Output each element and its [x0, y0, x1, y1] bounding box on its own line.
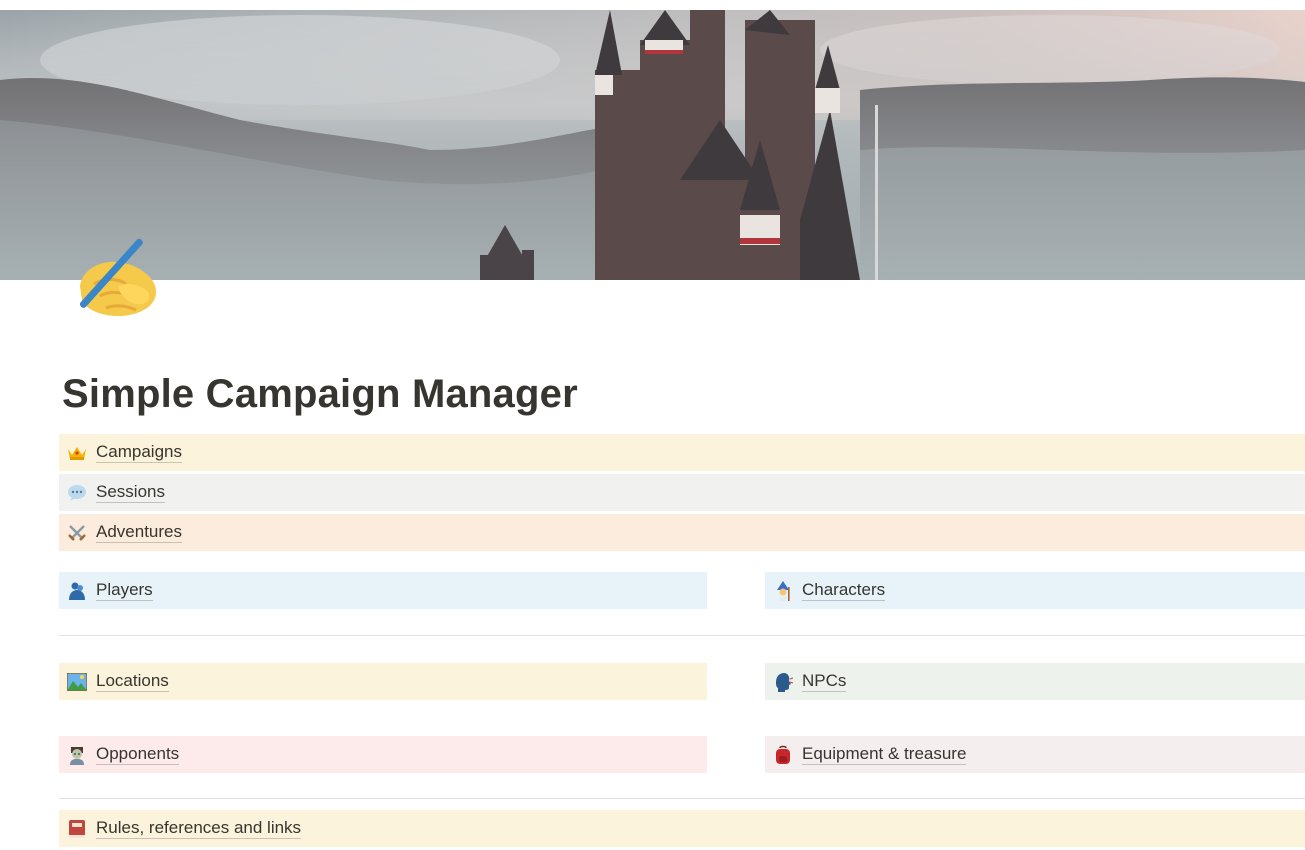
link-label: Rules, references and links	[96, 818, 302, 839]
link-equipment[interactable]: Equipment & treasure	[765, 736, 1305, 773]
link-npcs[interactable]: NPCs	[765, 663, 1305, 700]
link-label: Characters	[802, 580, 886, 601]
page-title: Simple Campaign Manager	[62, 372, 578, 416]
link-campaigns[interactable]: Campaigns	[59, 434, 1305, 471]
speech-balloon-icon	[67, 483, 87, 503]
link-opponents[interactable]: Opponents	[59, 736, 707, 773]
zombie-icon	[67, 745, 87, 765]
link-rules[interactable]: Rules, references and links	[59, 810, 1305, 847]
link-sessions[interactable]: Sessions	[59, 474, 1305, 511]
mage-icon	[773, 580, 793, 601]
writing-hand-icon[interactable]	[60, 224, 164, 328]
link-adventures[interactable]: Adventures	[59, 514, 1305, 551]
link-label: Campaigns	[96, 442, 182, 463]
link-label: Locations	[96, 671, 169, 692]
link-locations[interactable]: Locations	[59, 663, 707, 700]
landscape-picture-icon	[67, 672, 87, 692]
link-label: Players	[96, 580, 153, 601]
divider	[59, 798, 1305, 799]
link-label: Adventures	[96, 522, 182, 543]
link-label: NPCs	[802, 671, 847, 692]
link-label: Opponents	[96, 744, 180, 765]
crossed-swords-icon	[67, 523, 87, 543]
link-label: Equipment & treasure	[802, 744, 967, 765]
link-label: Sessions	[96, 482, 165, 503]
backpack-icon	[773, 745, 793, 765]
link-characters[interactable]: Characters	[765, 572, 1305, 609]
divider	[59, 635, 1305, 636]
cover-image	[0, 10, 1305, 280]
link-players[interactable]: Players	[59, 572, 707, 609]
crown-icon	[67, 443, 87, 463]
people-hugging-icon	[67, 581, 87, 601]
closed-book-icon	[67, 819, 87, 839]
speaking-head-icon	[773, 672, 793, 692]
